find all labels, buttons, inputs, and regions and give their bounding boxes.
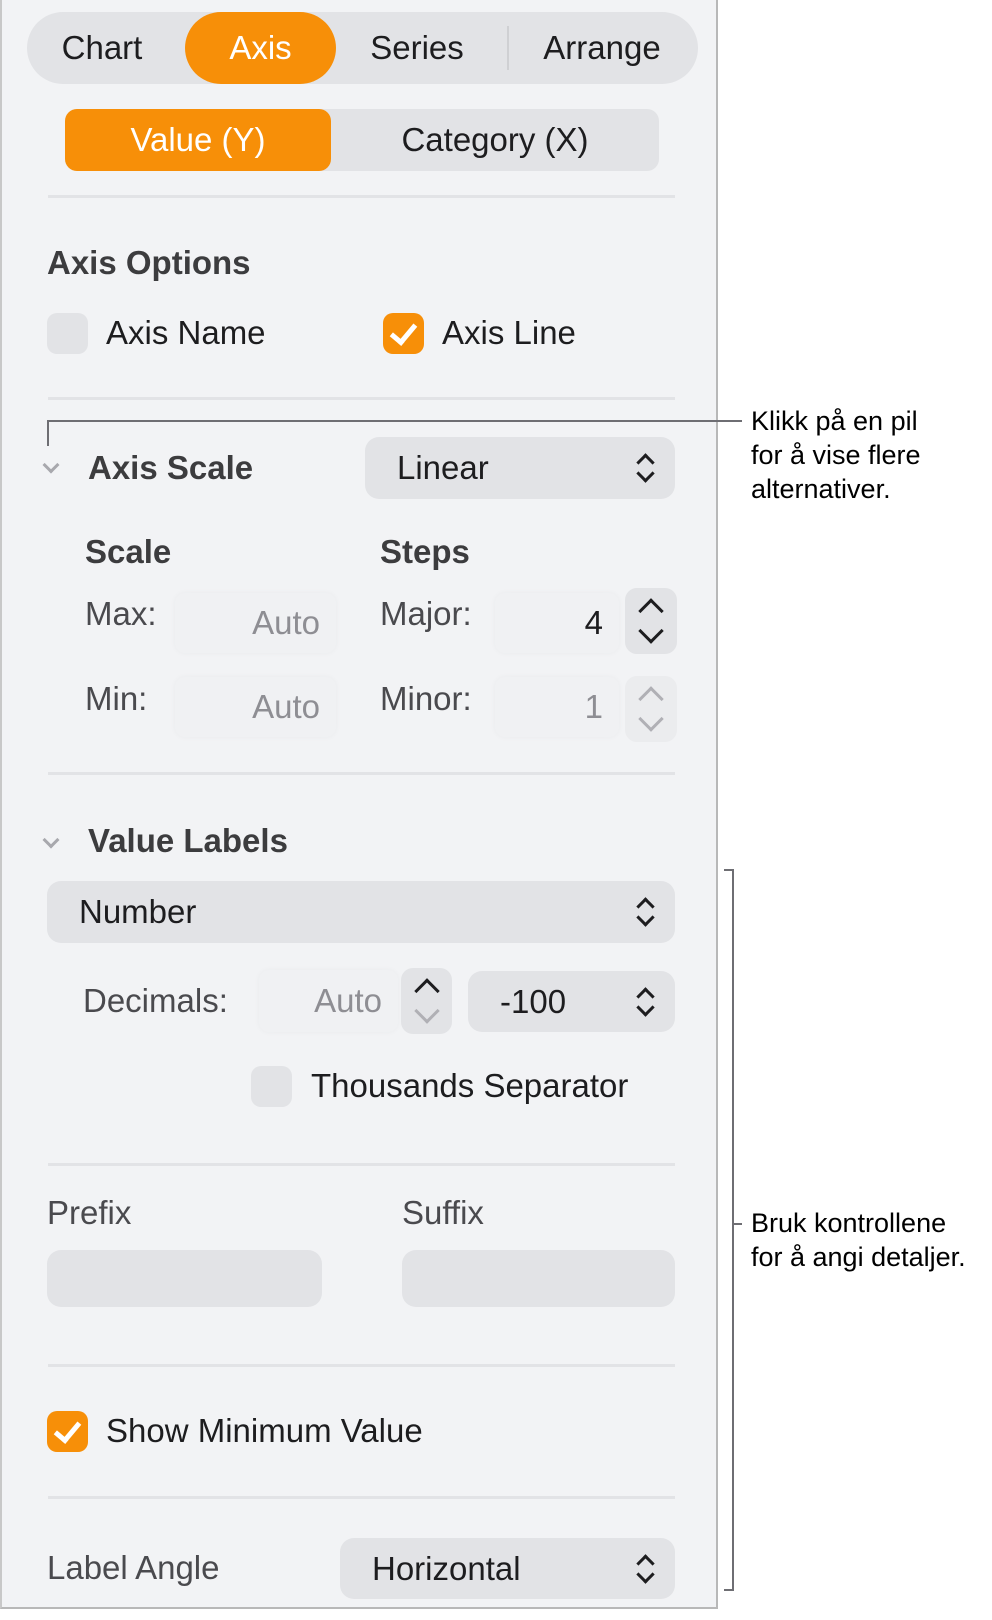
- axis-name-label: Axis Name: [106, 313, 266, 353]
- number-format-popup[interactable]: Number: [47, 881, 675, 943]
- number-format-value: Number: [79, 893, 196, 931]
- axis-line-label: Axis Line: [442, 313, 576, 353]
- minor-label: Minor:: [380, 679, 472, 719]
- callout-line: Bruk kontrollene: [751, 1206, 966, 1240]
- callout-line: for å vise flere: [751, 438, 921, 472]
- callout-leader-line: [47, 420, 49, 446]
- callout-arrow-text: Klikk på en pil for å vise flere alterna…: [751, 404, 921, 506]
- segment-category-x[interactable]: Category (X): [331, 109, 659, 171]
- callout-bracket: [732, 1223, 742, 1225]
- tab-chart[interactable]: Chart: [27, 12, 177, 84]
- axis-scale-value: Linear: [397, 449, 489, 487]
- axis-options-heading: Axis Options: [47, 243, 251, 283]
- callout-line: Klikk på en pil: [751, 404, 921, 438]
- min-label: Min:: [85, 679, 147, 719]
- decimals-label: Decimals:: [83, 981, 228, 1021]
- major-steps-stepper[interactable]: [625, 588, 677, 654]
- divider: [48, 772, 675, 775]
- tab-arrange[interactable]: Arrange: [517, 12, 687, 84]
- divider: [48, 1364, 675, 1367]
- prefix-label: Prefix: [47, 1193, 131, 1233]
- label-angle-value: Horizontal: [372, 1550, 521, 1588]
- label-angle-popup[interactable]: Horizontal: [340, 1538, 675, 1599]
- max-field[interactable]: Auto: [175, 593, 336, 653]
- thousands-separator-label: Thousands Separator: [311, 1066, 628, 1106]
- chevron-down-icon[interactable]: [638, 706, 663, 731]
- value-labels-heading: Value Labels: [88, 821, 288, 861]
- chevron-down-icon[interactable]: [638, 618, 663, 643]
- major-label: Major:: [380, 594, 472, 634]
- callout-bracket: [724, 1589, 734, 1591]
- steps-heading: Steps: [380, 532, 470, 572]
- axis-scale-popup[interactable]: Linear: [365, 437, 675, 499]
- popup-arrows-icon: [635, 452, 655, 484]
- min-field[interactable]: Auto: [175, 677, 336, 737]
- callout-controls-text: Bruk kontrollene for å angi detaljer.: [751, 1206, 966, 1274]
- decimals-field[interactable]: Auto: [259, 970, 398, 1032]
- show-minimum-value-checkbox[interactable]: [47, 1411, 88, 1452]
- major-steps-field[interactable]: 4: [495, 593, 619, 653]
- decimals-stepper[interactable]: [401, 968, 452, 1034]
- minor-steps-stepper[interactable]: [625, 676, 677, 742]
- callout-bracket: [724, 869, 734, 871]
- show-minimum-value-label: Show Minimum Value: [106, 1411, 423, 1451]
- axis-segmented-control: Value (Y) Category (X): [65, 109, 659, 171]
- axis-line-checkbox[interactable]: [383, 313, 424, 354]
- tab-divider: [507, 26, 509, 70]
- format-inspector-panel: Chart Axis Series Arrange Value (Y) Cate…: [0, 0, 718, 1609]
- callout-line: alternativer.: [751, 472, 921, 506]
- suffix-label: Suffix: [402, 1193, 484, 1233]
- disclosure-chevron-icon[interactable]: [43, 457, 60, 474]
- callout-bracket: [732, 869, 734, 1591]
- divider: [48, 1496, 675, 1499]
- popup-arrows-icon: [635, 986, 655, 1018]
- tab-axis[interactable]: Axis: [185, 12, 336, 84]
- divider: [48, 397, 675, 400]
- scale-heading: Scale: [85, 532, 171, 572]
- chevron-down-icon[interactable]: [414, 998, 439, 1023]
- divider: [48, 195, 675, 198]
- thousands-separator-checkbox[interactable]: [251, 1066, 292, 1107]
- axis-scale-heading: Axis Scale: [88, 448, 253, 488]
- callout-line: for å angi detaljer.: [751, 1240, 966, 1274]
- negative-format-popup[interactable]: -100: [468, 971, 675, 1032]
- axis-name-checkbox[interactable]: [47, 313, 88, 354]
- negative-format-value: -100: [500, 983, 566, 1021]
- minor-steps-field[interactable]: 1: [495, 677, 619, 737]
- segment-value-y[interactable]: Value (Y): [65, 109, 331, 171]
- popup-arrows-icon: [635, 1553, 655, 1585]
- callout-leader-line: [47, 420, 742, 422]
- disclosure-chevron-icon[interactable]: [43, 832, 60, 849]
- divider: [48, 1163, 675, 1166]
- suffix-input[interactable]: [402, 1250, 675, 1307]
- tab-series[interactable]: Series: [342, 12, 492, 84]
- max-label: Max:: [85, 594, 157, 634]
- prefix-input[interactable]: [47, 1250, 322, 1307]
- label-angle-label: Label Angle: [47, 1548, 220, 1588]
- inspector-tab-bar: Chart Axis Series Arrange: [27, 12, 698, 84]
- popup-arrows-icon: [635, 896, 655, 928]
